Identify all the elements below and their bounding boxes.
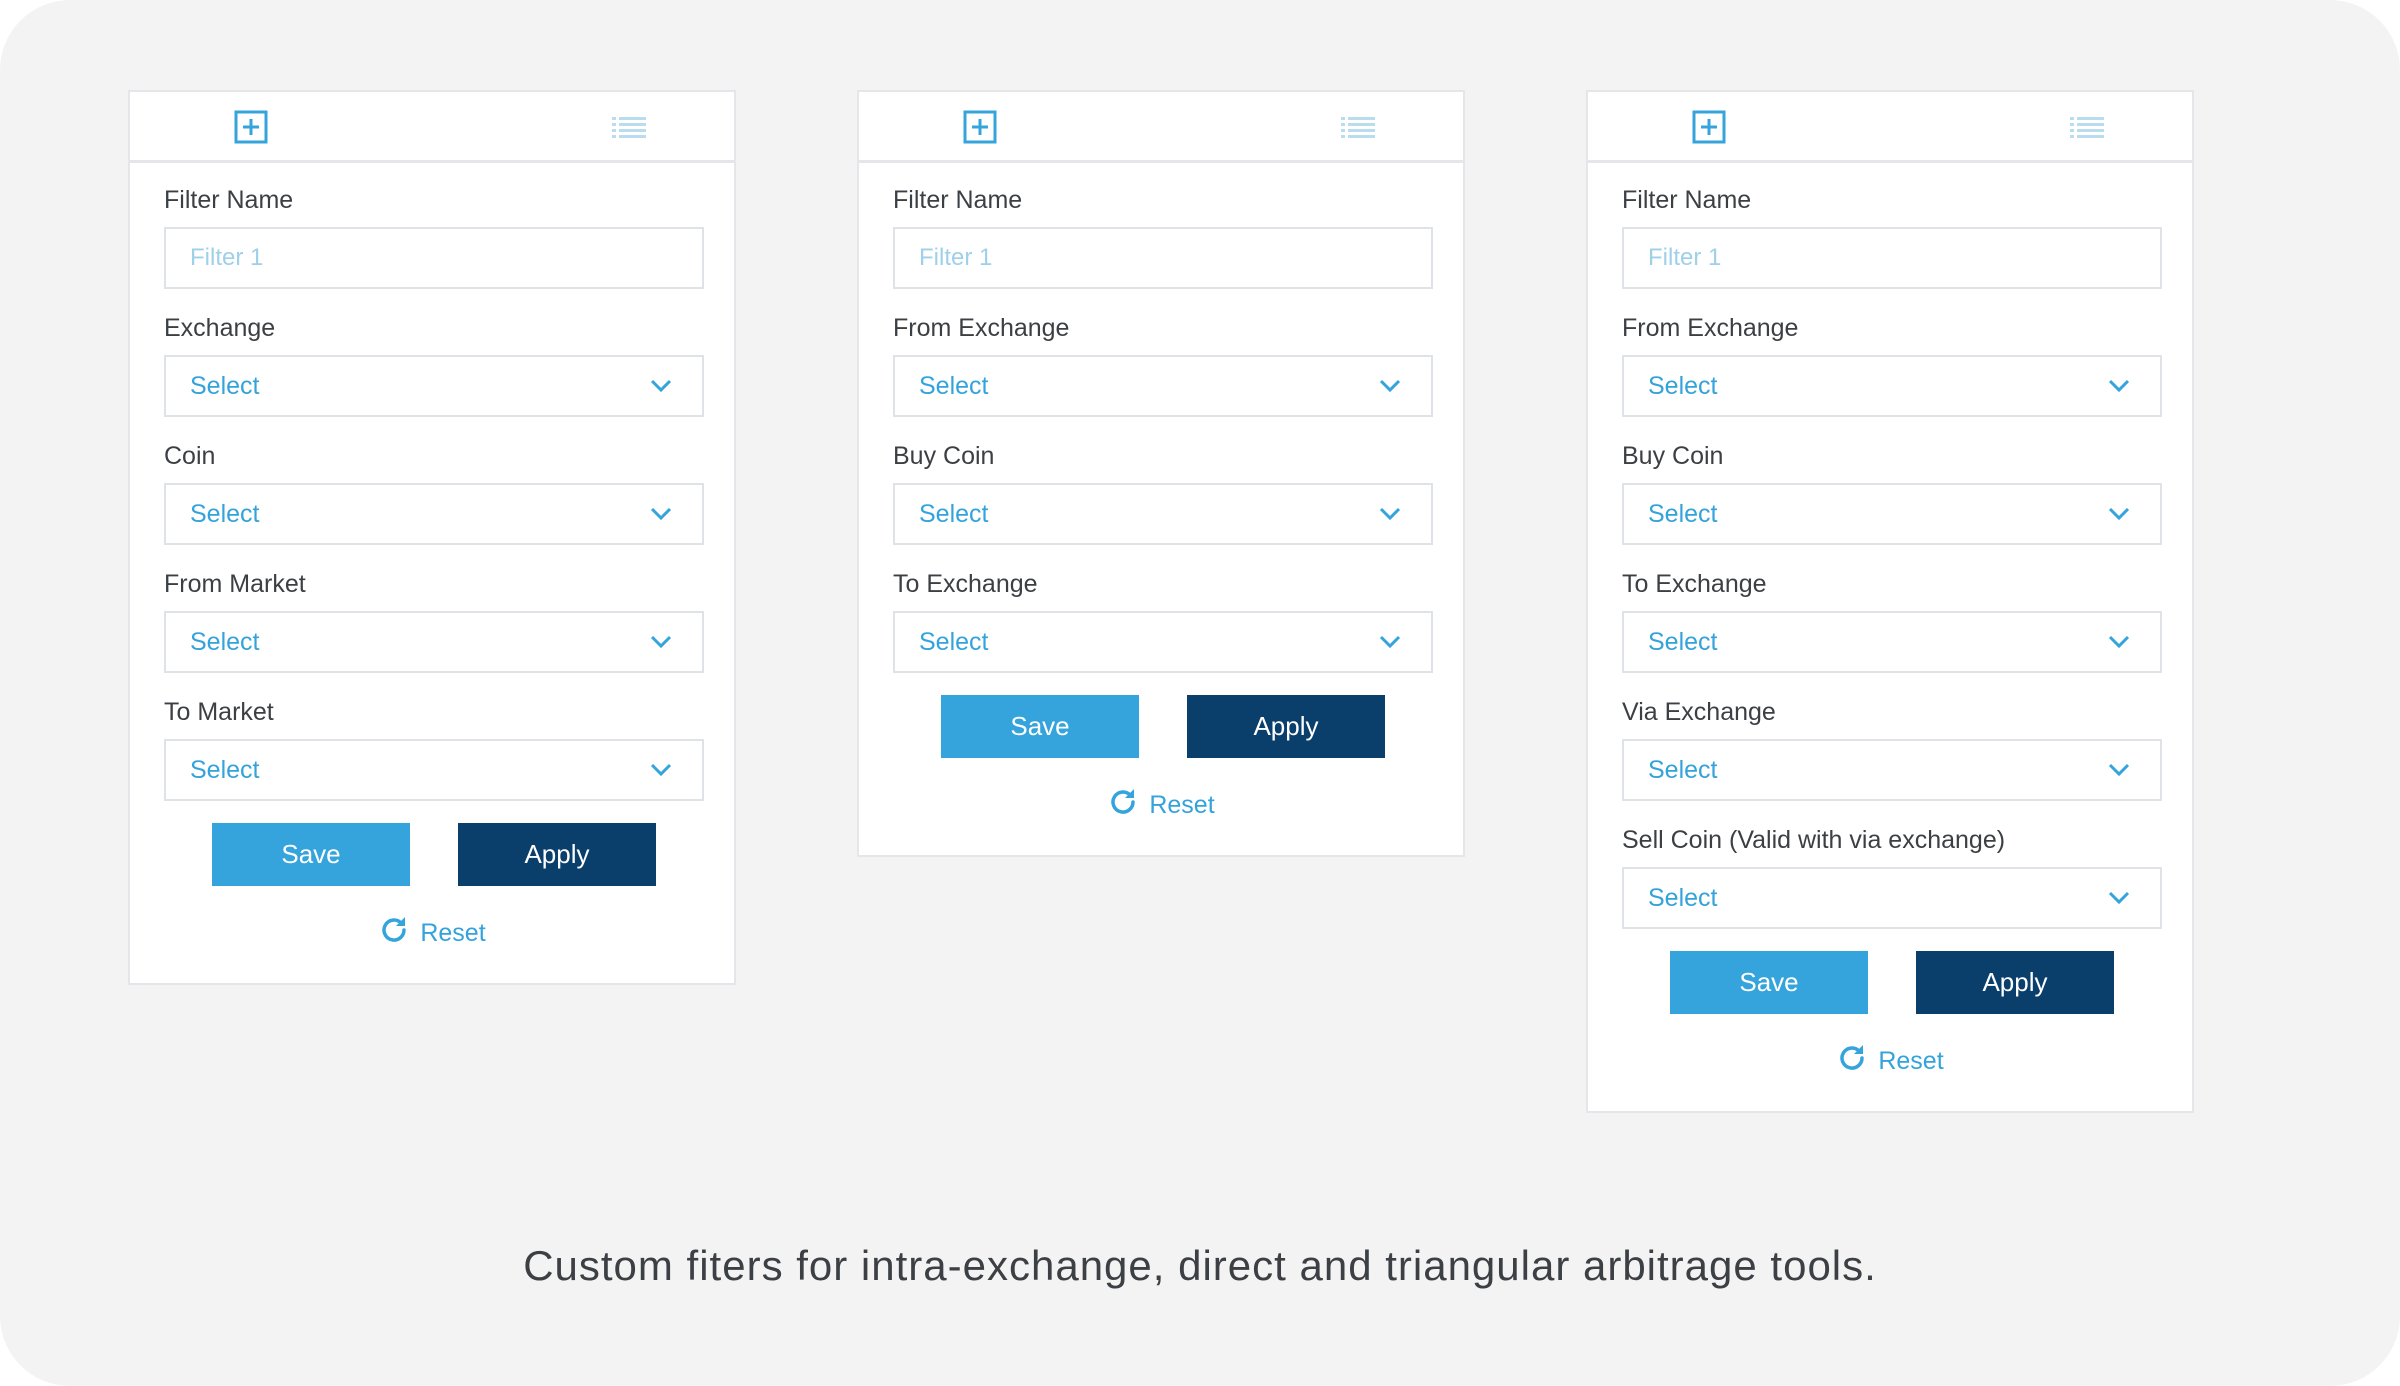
select-value: Select bbox=[190, 500, 260, 528]
refresh-icon bbox=[1111, 789, 1136, 814]
filter-panel-triangular: Filter Name From Exchange Select Buy Coi… bbox=[1586, 90, 2194, 1113]
to-exchange-select[interactable]: Select bbox=[1622, 611, 2162, 673]
via-exchange-select[interactable]: Select bbox=[1622, 739, 2162, 801]
select-value: Select bbox=[919, 500, 989, 528]
buy-coin-select[interactable]: Select bbox=[893, 483, 1433, 545]
select-value: Select bbox=[190, 756, 260, 784]
sell-coin-select[interactable]: Select bbox=[1622, 867, 2162, 929]
chevron-down-icon bbox=[650, 379, 672, 393]
canvas: Filter Name Exchange Select Coin Select … bbox=[0, 0, 2400, 1386]
from-exchange-label: From Exchange bbox=[1622, 314, 1799, 342]
select-value: Select bbox=[1648, 628, 1718, 656]
from-market-select[interactable]: Select bbox=[164, 611, 704, 673]
panel-header bbox=[859, 92, 1463, 163]
chevron-down-icon bbox=[1379, 635, 1401, 649]
apply-button[interactable]: Apply bbox=[1916, 951, 2114, 1014]
from-exchange-select[interactable]: Select bbox=[893, 355, 1433, 417]
button-row: Save Apply bbox=[893, 695, 1429, 759]
filter-name-input[interactable] bbox=[893, 227, 1433, 289]
filter-name-input[interactable] bbox=[1622, 227, 2162, 289]
plus-square-icon[interactable] bbox=[234, 110, 268, 144]
reset-button[interactable]: Reset bbox=[1622, 1041, 2158, 1081]
select-value: Select bbox=[1648, 372, 1718, 400]
to-market-select[interactable]: Select bbox=[164, 739, 704, 801]
to-exchange-label: To Exchange bbox=[893, 570, 1038, 598]
exchange-select[interactable]: Select bbox=[164, 355, 704, 417]
panel-header bbox=[1588, 92, 2192, 163]
sell-coin-label: Sell Coin (Valid with via exchange) bbox=[1622, 826, 2006, 854]
filter-panel-intra-exchange: Filter Name Exchange Select Coin Select … bbox=[128, 90, 736, 985]
reset-label: Reset bbox=[1878, 1047, 1944, 1075]
panel-header bbox=[130, 92, 734, 163]
filter-name-label: Filter Name bbox=[164, 186, 294, 214]
filter-panel-direct: Filter Name From Exchange Select Buy Coi… bbox=[857, 90, 1465, 857]
select-value: Select bbox=[190, 372, 260, 400]
filter-name-label: Filter Name bbox=[1622, 186, 1752, 214]
chevron-down-icon bbox=[650, 507, 672, 521]
select-value: Select bbox=[919, 372, 989, 400]
plus-square-icon[interactable] bbox=[963, 110, 997, 144]
select-value: Select bbox=[190, 628, 260, 656]
buy-coin-select[interactable]: Select bbox=[1622, 483, 2162, 545]
select-value: Select bbox=[1648, 884, 1718, 912]
via-exchange-label: Via Exchange bbox=[1622, 698, 1776, 726]
refresh-icon bbox=[1840, 1045, 1865, 1070]
list-icon[interactable] bbox=[2070, 116, 2104, 140]
coin-select[interactable]: Select bbox=[164, 483, 704, 545]
list-icon[interactable] bbox=[1341, 116, 1375, 140]
from-exchange-label: From Exchange bbox=[893, 314, 1070, 342]
select-value: Select bbox=[919, 628, 989, 656]
buy-coin-label: Buy Coin bbox=[893, 442, 995, 470]
plus-square-icon[interactable] bbox=[1692, 110, 1726, 144]
to-market-label: To Market bbox=[164, 698, 274, 726]
chevron-down-icon bbox=[650, 763, 672, 777]
chevron-down-icon bbox=[2108, 507, 2130, 521]
button-row: Save Apply bbox=[1622, 951, 2158, 1015]
from-exchange-select[interactable]: Select bbox=[1622, 355, 2162, 417]
apply-button[interactable]: Apply bbox=[458, 823, 656, 886]
from-market-label: From Market bbox=[164, 570, 306, 598]
caption: Custom fiters for intra-exchange, direct… bbox=[523, 1242, 1877, 1289]
buy-coin-label: Buy Coin bbox=[1622, 442, 1724, 470]
chevron-down-icon bbox=[2108, 891, 2130, 905]
reset-button[interactable]: Reset bbox=[164, 913, 700, 953]
apply-button[interactable]: Apply bbox=[1187, 695, 1385, 758]
reset-label: Reset bbox=[1149, 791, 1215, 819]
select-value: Select bbox=[1648, 500, 1718, 528]
filter-name-label: Filter Name bbox=[893, 186, 1023, 214]
list-icon[interactable] bbox=[612, 116, 646, 140]
to-exchange-label: To Exchange bbox=[1622, 570, 1767, 598]
chevron-down-icon bbox=[2108, 763, 2130, 777]
chevron-down-icon bbox=[2108, 379, 2130, 393]
refresh-icon bbox=[382, 917, 407, 942]
chevron-down-icon bbox=[1379, 379, 1401, 393]
chevron-down-icon bbox=[1379, 507, 1401, 521]
chevron-down-icon bbox=[2108, 635, 2130, 649]
to-exchange-select[interactable]: Select bbox=[893, 611, 1433, 673]
filter-name-input[interactable] bbox=[164, 227, 704, 289]
exchange-label: Exchange bbox=[164, 314, 276, 342]
save-button[interactable]: Save bbox=[1670, 951, 1868, 1014]
button-row: Save Apply bbox=[164, 823, 700, 887]
select-value: Select bbox=[1648, 756, 1718, 784]
chevron-down-icon bbox=[650, 635, 672, 649]
coin-label: Coin bbox=[164, 442, 216, 470]
reset-button[interactable]: Reset bbox=[893, 785, 1429, 825]
save-button[interactable]: Save bbox=[212, 823, 410, 886]
reset-label: Reset bbox=[420, 919, 486, 947]
save-button[interactable]: Save bbox=[941, 695, 1139, 758]
